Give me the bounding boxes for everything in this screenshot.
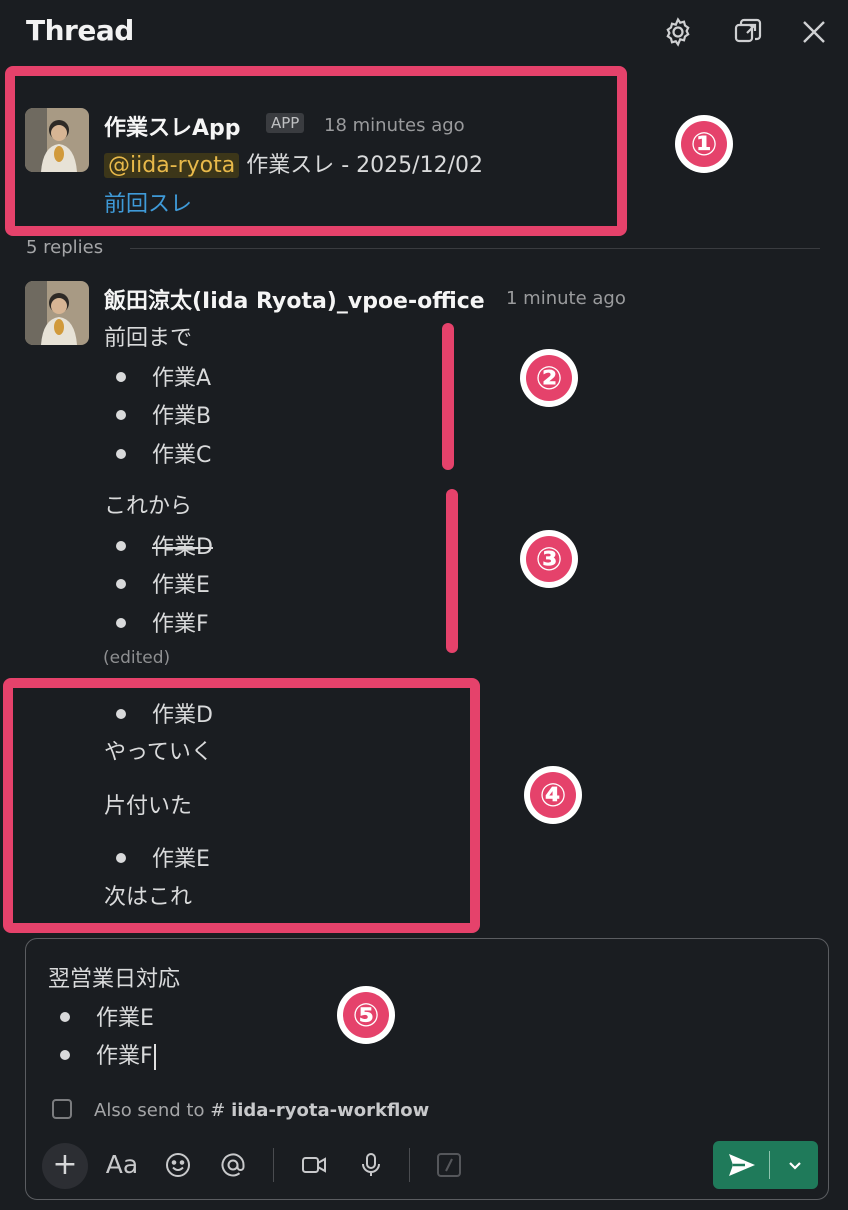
also-send-label[interactable]: Also send to # iida-ryota-workflow <box>94 1100 429 1121</box>
list-heading-before: 前回まで <box>104 326 193 351</box>
toolbar-divider <box>273 1148 274 1182</box>
annotation-bar-2 <box>442 323 454 470</box>
list-item: 作業F <box>116 606 209 638</box>
annotation-marker-5: ⑤ <box>337 986 395 1044</box>
send-button-group[interactable] <box>713 1141 818 1189</box>
send-icon[interactable] <box>727 1151 757 1179</box>
composer-list-item[interactable]: 作業F <box>60 1038 156 1070</box>
mention-icon[interactable] <box>217 1147 249 1183</box>
chevron-down-icon[interactable] <box>785 1155 805 1175</box>
annotation-marker-4: ④ <box>524 766 582 824</box>
open-in-window-icon[interactable] <box>732 16 764 48</box>
formatting-button[interactable]: Aa <box>104 1147 140 1183</box>
reply-sender-name[interactable]: 飯田涼太(Iida Ryota)_vpoe-office <box>104 283 485 315</box>
hash-icon: # <box>210 1100 226 1121</box>
settings-gear-icon[interactable] <box>662 16 694 48</box>
thread-header: Thread <box>0 0 848 64</box>
close-icon[interactable] <box>798 16 830 48</box>
list-item: 作業B <box>116 398 211 430</box>
thread-title: Thread <box>26 14 134 47</box>
text-caret <box>153 1044 156 1070</box>
slash-command-icon[interactable] <box>434 1147 464 1183</box>
annotation-marker-2: ② <box>520 349 578 407</box>
toolbar-divider <box>409 1148 410 1182</box>
reply-timestamp[interactable]: 1 minute ago <box>506 288 626 309</box>
add-attachment-button[interactable]: + <box>42 1143 88 1189</box>
replies-divider <box>130 248 820 249</box>
composer-list-item[interactable]: 作業E <box>60 1000 154 1032</box>
microphone-icon[interactable] <box>355 1147 387 1183</box>
annotation-bar-3 <box>446 489 458 653</box>
edited-label: (edited) <box>103 648 171 668</box>
annotation-box-4 <box>3 678 480 933</box>
list-item: 作業A <box>116 360 211 392</box>
composer-text-line[interactable]: 翌営業日対応 <box>48 961 180 993</box>
video-icon[interactable] <box>298 1147 330 1183</box>
list-item: 作業C <box>116 437 211 469</box>
list-item: 作業E <box>116 567 210 599</box>
replies-count[interactable]: 5 replies <box>26 237 103 258</box>
list-heading-next: これから <box>104 494 193 519</box>
annotation-box-1 <box>5 66 627 236</box>
annotation-marker-3: ③ <box>520 530 578 588</box>
annotation-marker-1: ① <box>675 115 733 173</box>
also-send-checkbox[interactable] <box>52 1099 72 1119</box>
emoji-icon[interactable] <box>162 1147 194 1183</box>
list-item: 作業D <box>116 529 213 561</box>
user-avatar[interactable] <box>25 281 89 345</box>
